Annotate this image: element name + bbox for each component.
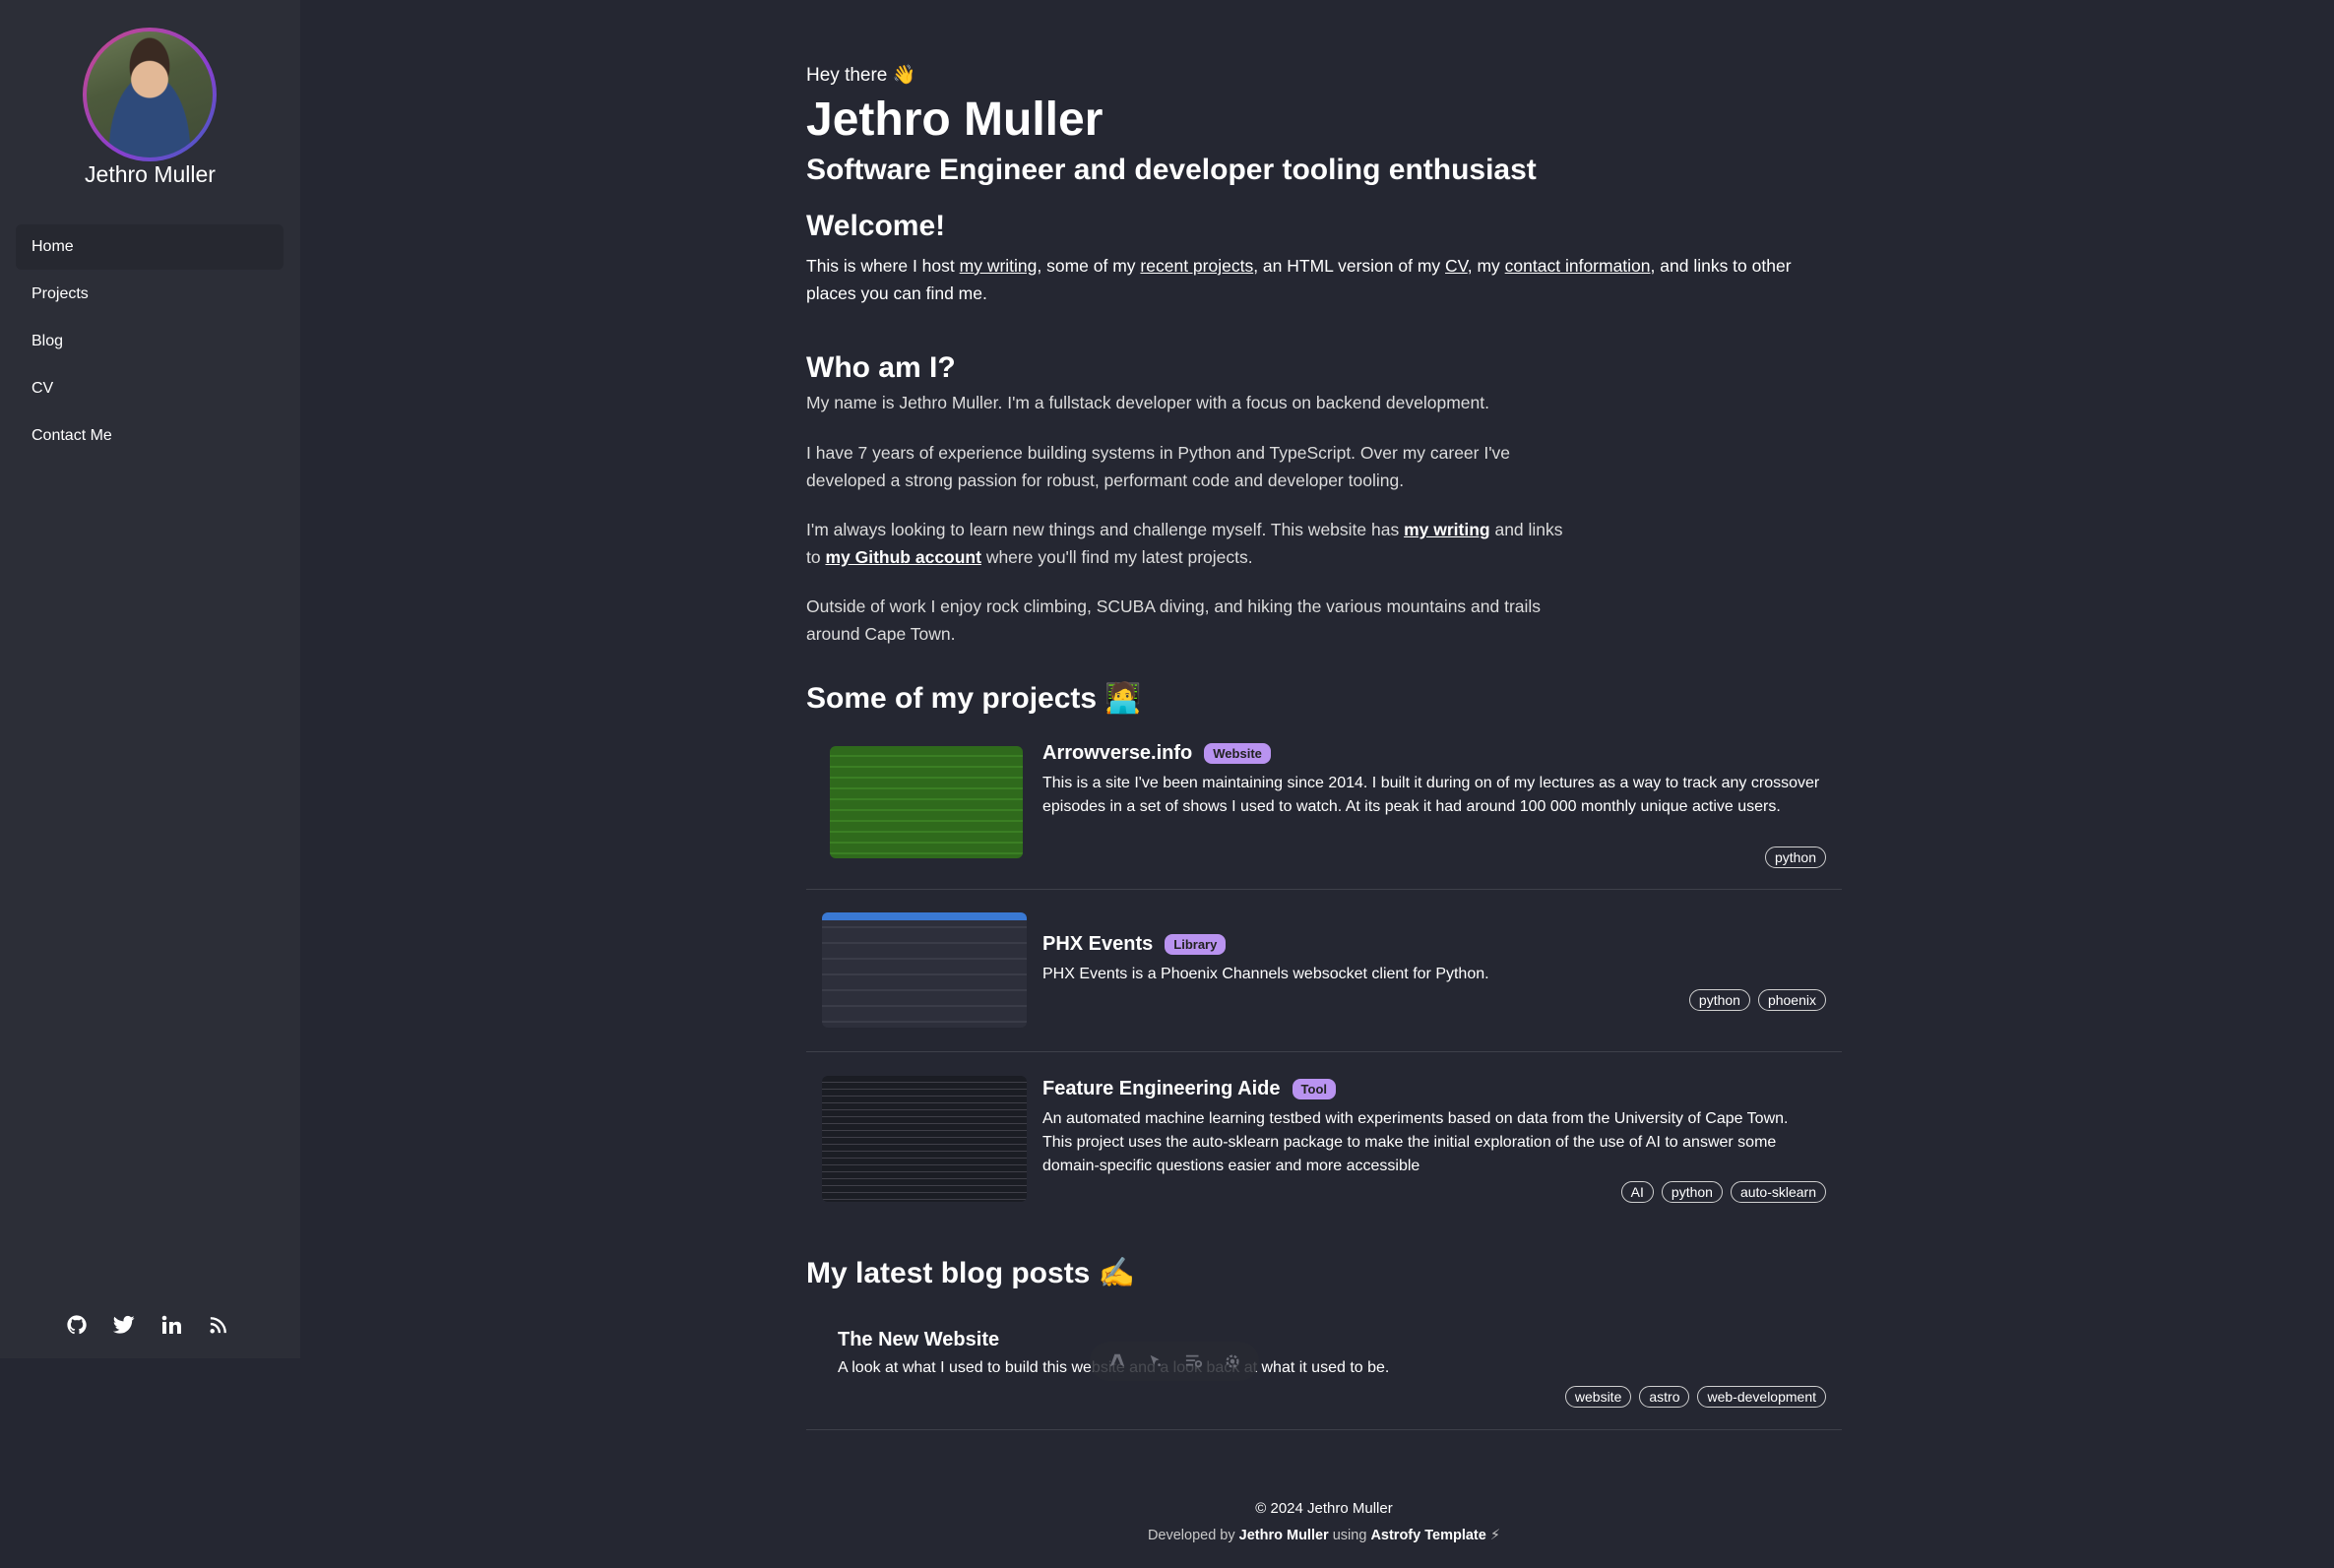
project-thumbnail <box>822 1076 1027 1202</box>
welcome-text-part: , some of my <box>1037 256 1141 276</box>
sidebar-nav: Home Projects Blog CV Contact Me <box>16 224 284 461</box>
blog-heading: My latest blog posts ✍️ <box>806 1257 1136 1289</box>
sidebar: Jethro Muller Home Projects Blog CV Cont… <box>0 0 300 1358</box>
project-tags: AI python auto-sklearn <box>1620 1181 1826 1203</box>
who-paragraph-2: I have 7 years of experience building sy… <box>806 443 1511 490</box>
project-title[interactable]: Feature Engineering Aide Tool <box>1042 1078 1337 1100</box>
footer-text-part: using <box>1328 1528 1371 1543</box>
social-links <box>65 1313 230 1337</box>
sidebar-name: Jethro Muller <box>85 161 216 187</box>
who-paragraph-1: My name is Jethro Muller. I'm a fullstac… <box>806 393 1489 412</box>
project-card[interactable]: PHX Events Library PHX Events is a Phoen… <box>806 890 1842 1052</box>
link-contact-information[interactable]: contact information <box>1505 256 1651 276</box>
tag[interactable]: web-development <box>1697 1386 1826 1408</box>
welcome-text: This is where I host my writing, some of… <box>806 252 1842 307</box>
project-thumbnail <box>830 746 1023 858</box>
tag[interactable]: astro <box>1639 1386 1690 1408</box>
footer-text-part: Developed by <box>1147 1528 1239 1543</box>
dev-toolbar <box>1090 1342 1259 1381</box>
project-badge: Library <box>1165 934 1227 955</box>
footer-text-part: ⚡ <box>1485 1528 1501 1543</box>
project-description: PHX Events is a Phoenix Channels websock… <box>1042 966 1489 982</box>
page-title: Jethro Muller <box>806 94 1104 146</box>
blog-post-title[interactable]: The New Website <box>838 1329 999 1351</box>
tag[interactable]: AI <box>1620 1181 1654 1203</box>
subtitle: Software Engineer and developer tooling … <box>806 154 1537 186</box>
avatar <box>83 28 217 161</box>
linkedin-icon[interactable] <box>159 1313 183 1337</box>
tag[interactable]: phoenix <box>1757 989 1826 1011</box>
link-cv[interactable]: CV <box>1445 256 1468 276</box>
blog-post-tags: website astro web-development <box>1564 1386 1826 1408</box>
github-icon[interactable] <box>65 1313 89 1337</box>
project-title-text: PHX Events <box>1042 933 1154 955</box>
who-paragraph-3: I'm always looking to learn new things a… <box>806 516 1564 571</box>
welcome-heading: Welcome! <box>806 210 946 242</box>
inspect-icon[interactable] <box>1144 1349 1167 1373</box>
footer-copyright-text: © 2024 Jethro Muller <box>1255 1500 1393 1517</box>
rss-icon[interactable] <box>207 1313 230 1337</box>
project-title-text: Feature Engineering Aide <box>1042 1078 1281 1099</box>
link-recent-projects[interactable]: recent projects <box>1140 256 1253 276</box>
who-paragraph-4: Outside of work I enjoy rock climbing, S… <box>806 596 1542 644</box>
project-badge: Website <box>1204 743 1271 764</box>
projects-heading: Some of my projects 🧑‍💻 <box>806 682 1142 715</box>
blog-post[interactable]: The New Website A look at what I used to… <box>806 1319 1842 1430</box>
project-tags: python phoenix <box>1688 989 1826 1011</box>
link-my-writing[interactable]: my writing <box>960 256 1038 276</box>
astro-icon[interactable] <box>1105 1349 1129 1373</box>
sidebar-item-blog[interactable]: Blog <box>16 319 284 364</box>
project-title[interactable]: Arrowverse.info Website <box>1042 742 1271 765</box>
sidebar-item-home[interactable]: Home <box>16 224 284 270</box>
welcome-text-part: , an HTML version of my <box>1253 256 1446 276</box>
project-badge: Tool <box>1292 1079 1337 1099</box>
who-text-part: I'm always looking to learn new things a… <box>806 520 1405 539</box>
tag[interactable]: python <box>1688 989 1750 1011</box>
project-description: This is a site I've been maintaining sin… <box>1042 775 1820 815</box>
tag[interactable]: auto-sklearn <box>1730 1181 1826 1203</box>
project-title-text: Arrowverse.info <box>1042 742 1193 764</box>
tag[interactable]: python <box>1661 1181 1723 1203</box>
sidebar-item-contact[interactable]: Contact Me <box>16 413 284 459</box>
project-title[interactable]: PHX Events Library <box>1042 933 1227 956</box>
link-my-writing-2[interactable]: my writing <box>1404 520 1490 539</box>
project-tags: python <box>1764 847 1826 868</box>
sidebar-item-cv[interactable]: CV <box>16 366 284 411</box>
project-description: An automated machine learning testbed wi… <box>1042 1110 1789 1174</box>
twitter-icon[interactable] <box>112 1313 136 1337</box>
project-card[interactable]: Feature Engineering Aide Tool An automat… <box>806 1052 1842 1210</box>
tag[interactable]: python <box>1764 847 1826 868</box>
welcome-text-part: , my <box>1467 256 1505 276</box>
project-card[interactable]: Arrowverse.info Website This is a site I… <box>806 730 1842 890</box>
welcome-text-part: This is where I host <box>806 256 960 276</box>
footer-template-link[interactable]: Astrofy Template <box>1370 1528 1485 1543</box>
project-thumbnail <box>822 912 1027 1028</box>
sidebar-item-projects[interactable]: Projects <box>16 272 284 317</box>
avatar-image <box>87 31 213 157</box>
tag[interactable]: website <box>1564 1386 1632 1408</box>
settings-icon[interactable] <box>1221 1349 1244 1373</box>
who-text-part: where you'll find my latest projects. <box>980 547 1253 567</box>
footer-author[interactable]: Jethro Muller <box>1239 1528 1329 1543</box>
who-heading: Who am I? <box>806 351 956 384</box>
audit-icon[interactable] <box>1182 1349 1206 1373</box>
footer-credits-text: Developed by Jethro Muller using Astrofy… <box>984 1528 1664 1543</box>
greeting: Hey there 👋 <box>806 65 916 86</box>
link-github-account[interactable]: my Github account <box>825 547 980 567</box>
